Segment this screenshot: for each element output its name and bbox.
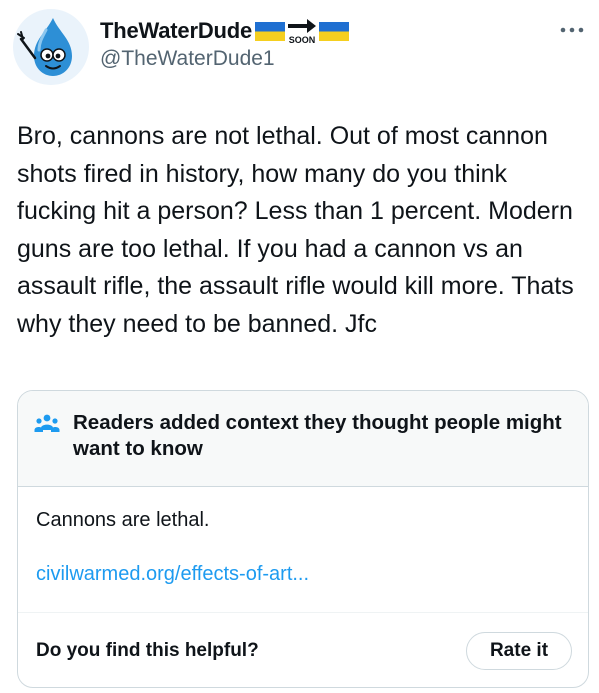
display-name[interactable]: TheWaterDude bbox=[100, 18, 252, 44]
rate-it-button[interactable]: Rate it bbox=[466, 632, 572, 670]
divider bbox=[18, 612, 588, 613]
community-note-card: Readers added context they thought peopl… bbox=[17, 390, 589, 688]
people-icon bbox=[34, 414, 60, 432]
soon-arrow-icon: SOON bbox=[288, 19, 317, 45]
tweet: TheWaterDude SOON @TheWaterDude1 Bro, ca… bbox=[0, 0, 599, 693]
soon-badge-text: SOON bbox=[289, 35, 316, 45]
tweet-header: TheWaterDude SOON @TheWaterDude1 bbox=[0, 0, 599, 100]
user-handle[interactable]: @TheWaterDude1 bbox=[100, 47, 275, 71]
community-note-header: Readers added context they thought peopl… bbox=[18, 391, 588, 487]
name-badges: SOON bbox=[255, 17, 350, 45]
community-note-body: Cannons are lethal. bbox=[36, 509, 210, 531]
more-options-icon[interactable] bbox=[556, 20, 588, 40]
tweet-text: Bro, cannons are not lethal. Out of most… bbox=[17, 122, 574, 338]
name-row: TheWaterDude SOON bbox=[100, 14, 350, 48]
helpful-question: Do you find this helpful? bbox=[36, 640, 259, 661]
community-note-title: Readers added context they thought peopl… bbox=[73, 411, 562, 460]
ukraine-flag-icon bbox=[255, 21, 286, 41]
avatar[interactable] bbox=[12, 8, 90, 86]
community-note-source-link[interactable]: civilwarmed.org/effects-of-art... bbox=[36, 563, 309, 586]
ukraine-flag-icon bbox=[319, 21, 350, 41]
